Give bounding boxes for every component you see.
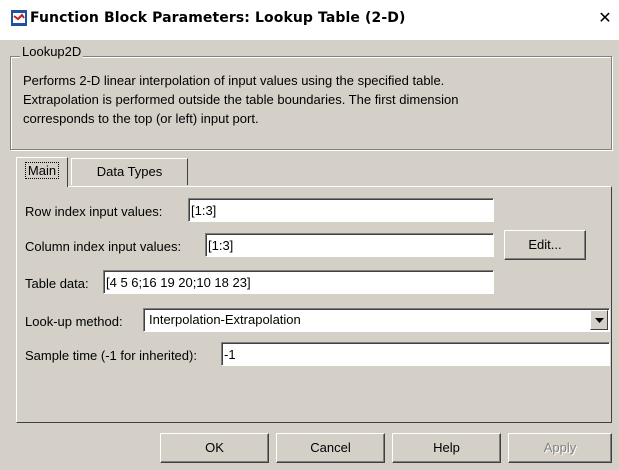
window-title: Function Block Parameters: Lookup Table … xyxy=(30,10,406,26)
sample-time-input[interactable] xyxy=(221,342,610,366)
tab-data-types[interactable]: Data Types xyxy=(71,158,188,185)
table-data-label: Table data: xyxy=(25,276,89,291)
tab-main-label: Main xyxy=(24,162,60,179)
lookup-method-value: Interpolation-Extrapolation xyxy=(149,312,301,327)
description-line: Performs 2-D linear interpolation of inp… xyxy=(23,73,445,88)
lookup-method-select[interactable]: Interpolation-Extrapolation xyxy=(143,308,610,332)
title-bar: Function Block Parameters: Lookup Table … xyxy=(0,0,619,40)
column-index-input[interactable] xyxy=(205,233,494,257)
edit-button[interactable]: Edit... xyxy=(504,230,586,260)
column-index-label: Column index input values: xyxy=(25,239,182,254)
tab-main[interactable]: Main xyxy=(16,157,68,187)
row-index-label: Row index input values: xyxy=(25,204,163,219)
row-index-input[interactable] xyxy=(188,198,494,222)
chevron-down-icon[interactable] xyxy=(590,310,608,330)
help-button[interactable]: Help xyxy=(392,433,501,463)
description-line: Extrapolation is performed outside the t… xyxy=(23,92,459,107)
groupbox-legend: Lookup2D xyxy=(20,44,84,59)
ok-button[interactable]: OK xyxy=(160,433,269,463)
simulink-block-icon[interactable] xyxy=(11,10,27,26)
block-description: Performs 2-D linear interpolation of inp… xyxy=(23,71,603,128)
lookup-method-label: Look-up method: xyxy=(25,314,123,329)
cancel-button[interactable]: Cancel xyxy=(276,433,385,463)
apply-button[interactable]: Apply xyxy=(508,433,612,463)
sample-time-label: Sample time (-1 for inherited): xyxy=(25,348,197,363)
table-data-input[interactable] xyxy=(103,270,494,294)
description-line: corresponds to the top (or left) input p… xyxy=(23,111,259,126)
tab-data-types-label: Data Types xyxy=(96,164,163,179)
close-icon[interactable]: ✕ xyxy=(597,9,613,27)
